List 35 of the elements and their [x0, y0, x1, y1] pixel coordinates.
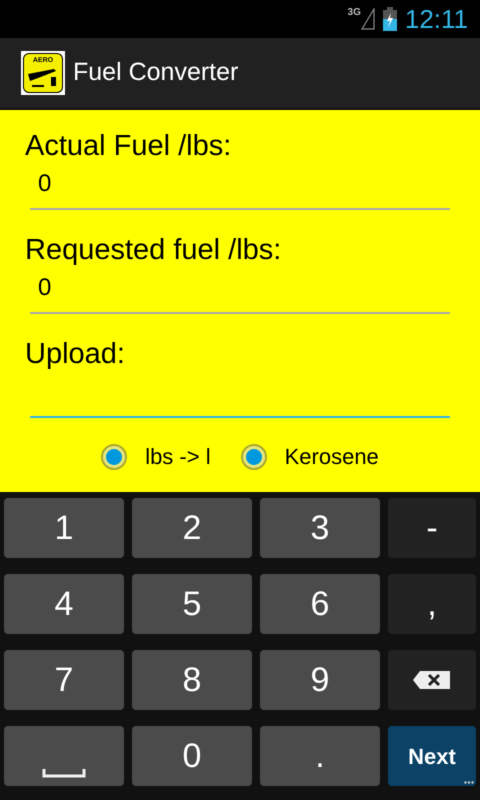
key[interactable]: 7 — [4, 650, 124, 710]
key[interactable]: 3 — [260, 498, 380, 558]
next-key[interactable]: Next — [388, 726, 476, 786]
battery-charging-icon — [382, 7, 397, 31]
backspace-icon — [412, 670, 452, 690]
key[interactable]: 6 — [260, 574, 380, 634]
signal-icon — [360, 8, 375, 30]
space-key[interactable] — [4, 726, 124, 786]
field-value: 0 — [38, 169, 52, 199]
network-type: 3G — [348, 8, 361, 18]
input-field[interactable]: 0 — [30, 166, 450, 210]
field-value: 0 — [38, 273, 52, 303]
field-label: Upload: — [25, 337, 126, 372]
key[interactable]: . — [260, 726, 380, 786]
input-field[interactable]: 0 — [30, 270, 450, 314]
radio-button[interactable] — [240, 444, 267, 470]
space-bar-icon — [42, 769, 86, 778]
radio-label: Kerosene — [284, 443, 379, 471]
field-label: Actual Fuel /lbs: — [25, 129, 232, 164]
key[interactable]: 5 — [132, 574, 252, 634]
field-label: Requested fuel /lbs: — [25, 233, 282, 268]
more-dots-icon — [464, 781, 474, 784]
clock: 12:11 — [404, 2, 468, 36]
key[interactable]: , — [388, 574, 476, 634]
key[interactable]: 1 — [4, 498, 124, 558]
key[interactable]: 8 — [132, 650, 252, 710]
backspace-key[interactable] — [388, 650, 476, 710]
key[interactable]: 2 — [132, 498, 252, 558]
radio-label: lbs -> l — [145, 443, 211, 471]
app-title: Fuel Converter — [73, 57, 238, 88]
key[interactable]: 0 — [132, 726, 252, 786]
key[interactable]: 4 — [4, 574, 124, 634]
radio-button[interactable] — [101, 444, 128, 470]
key[interactable]: - — [388, 498, 476, 558]
key[interactable]: 9 — [260, 650, 380, 710]
